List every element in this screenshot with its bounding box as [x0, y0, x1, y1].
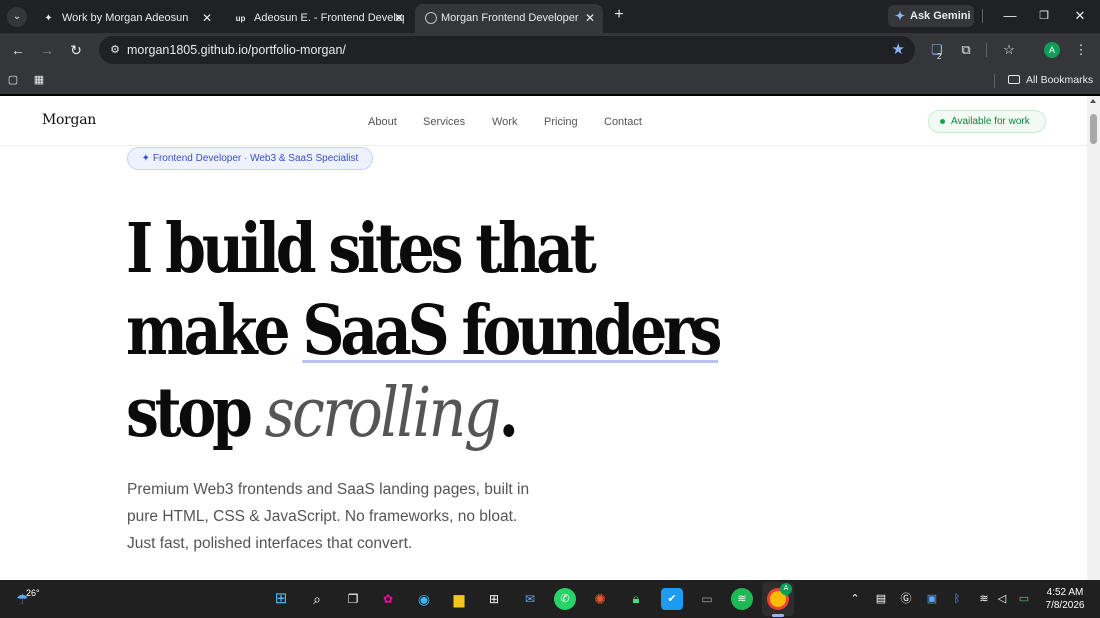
nav-link-services[interactable]: Services [423, 116, 465, 128]
tab-title: Morgan Frontend Developer [441, 12, 579, 24]
hero-line-3-prefix: stop [126, 373, 265, 453]
clock-time: 4:52 AM [1046, 587, 1084, 598]
browser-toolbar: ← → ↻ ⚙ morgan1805.github.io/portfolio-m… [0, 33, 1100, 67]
ask-gemini-label: Ask Gemini [910, 10, 971, 22]
hero-heading: I build sites that make SaaS founders st… [126, 208, 722, 455]
hero-period: . [498, 373, 519, 453]
all-bookmarks-label: All Bookmarks [1026, 74, 1094, 86]
hero-description: Premium Web3 frontends and SaaS landing … [127, 481, 530, 552]
site-logo[interactable]: Morgan [42, 112, 96, 128]
gemini-sparkle-icon: ✦ [895, 9, 906, 23]
role-badge: ✦ Frontend Developer · Web3 & SaaS Speci… [127, 147, 373, 170]
ask-gemini-button[interactable]: ✦ Ask Gemini [888, 5, 974, 27]
active-app-indicator [772, 614, 784, 617]
close-window-icon[interactable]: ✕ [1070, 6, 1090, 26]
page-viewport: Morgan About Services Work Pricing Conta… [0, 96, 1087, 580]
tab-title: Adeosun E. - Frontend Develop [254, 12, 404, 24]
claude-icon[interactable]: ✺ [589, 588, 611, 610]
site-header: Morgan About Services Work Pricing Conta… [0, 96, 1087, 146]
task-view-icon[interactable]: ❐ [342, 588, 364, 610]
twitter-icon[interactable]: ✔ [661, 588, 683, 610]
profile-avatar[interactable]: A [1044, 42, 1060, 58]
divider [986, 43, 987, 57]
outlook-icon[interactable]: ✉ [519, 588, 541, 610]
hero-highlight: SaaS founders [302, 291, 722, 371]
show-hidden-icons-chevron-icon[interactable]: ⌃ [847, 591, 863, 607]
battery-icon[interactable]: ▭ [1016, 591, 1032, 607]
upwork-favicon-icon: up [235, 14, 246, 23]
close-tab-icon[interactable]: ✕ [585, 4, 595, 33]
lock-app-icon[interactable]: 🔒︎ [625, 588, 647, 610]
new-tab-plus-icon[interactable]: + [610, 6, 628, 24]
tab-title: Work by Morgan Adeosun [62, 12, 189, 24]
github-favicon-icon: ✦ [44, 13, 53, 24]
folder-icon [1008, 75, 1020, 84]
more-menu-icon[interactable]: ⋮ [1072, 41, 1090, 59]
weather-widget[interactable]: ☂ 26° [16, 586, 46, 612]
reading-list-icon[interactable]: ☆ [1000, 41, 1018, 59]
restore-icon[interactable]: ❐ [1034, 6, 1054, 26]
reload-icon[interactable]: ↻ [66, 40, 86, 60]
bookmarks-bar: ▢ ▦ All Bookmarks [0, 67, 1100, 94]
system-clock[interactable]: 4:52 AM 7/8/2026 [1040, 586, 1090, 612]
nav-link-work[interactable]: Work [492, 116, 517, 128]
apps-grid-icon[interactable]: ▦ [32, 73, 46, 87]
clock-date: 7/8/2026 [1045, 600, 1085, 611]
hero-line-2-prefix: make [126, 291, 303, 371]
divider [994, 74, 995, 88]
close-tab-icon[interactable]: ✕ [202, 4, 212, 33]
divider [982, 9, 983, 23]
availability-pill[interactable]: Available for work [928, 110, 1046, 133]
extension-badge-count: 2 [937, 52, 942, 61]
wifi-icon[interactable]: ≋ [976, 591, 992, 607]
site-info-icon[interactable]: ⚙ [107, 42, 123, 58]
tray-monitor-icon[interactable]: ▣ [924, 591, 940, 607]
page-scrollbar[interactable] [1087, 96, 1100, 580]
tray-app-icon[interactable]: ▤ [873, 591, 889, 607]
remote-desktop-icon[interactable]: ▭ [696, 588, 718, 610]
volume-icon[interactable]: ◁ [994, 591, 1010, 607]
scrollbar-thumb[interactable] [1090, 114, 1097, 144]
file-explorer-icon[interactable]: ▆ [448, 588, 470, 610]
temperature-text: 26° [26, 588, 40, 598]
tab-work-by-morgan[interactable]: ✦ Work by Morgan Adeosun ✕ [32, 4, 220, 33]
bluetooth-icon[interactable]: ᛒ [949, 591, 965, 607]
tab-upwork-profile[interactable]: up Adeosun E. - Frontend Develop ✕ [224, 4, 412, 33]
tab-morgan-frontend[interactable]: Morgan Frontend Developer ✕ [415, 4, 603, 33]
nav-link-about[interactable]: About [368, 116, 397, 128]
extensions-puzzle-icon[interactable]: ⧉ [957, 41, 975, 59]
windows-start-icon[interactable]: ⊞ [270, 588, 292, 610]
back-arrow-icon[interactable]: ← [8, 40, 28, 60]
tab-search-chevron-icon[interactable]: ⌄ [7, 7, 27, 27]
bookmark-star-icon[interactable]: ★ [892, 41, 905, 59]
copilot-icon[interactable]: ✿ [377, 588, 399, 610]
scroll-up-arrow-icon[interactable] [1090, 99, 1096, 103]
url-text[interactable]: morgan1805.github.io/portfolio-morgan/ [127, 36, 346, 64]
edge-browser-icon[interactable]: ◉ [413, 588, 435, 610]
whatsapp-icon[interactable]: ✆ [554, 588, 576, 610]
tab-strip: ⌄ ✦ Work by Morgan Adeosun ✕ up Adeosun … [0, 0, 1100, 33]
forward-arrow-icon[interactable]: → [37, 40, 57, 60]
globe-favicon-icon [425, 12, 437, 24]
windows-taskbar: ☂ 26° ⊞ ⌕ ❐ ✿ ◉ ▆ ⊞ ✉ ✆ ✺ 🔒︎ ✔ ▭ ≋ A ⌃ ▤… [0, 580, 1100, 618]
minimize-icon[interactable]: — [1000, 6, 1020, 26]
microsoft-store-icon[interactable]: ⊞ [483, 588, 505, 610]
availability-label: Available for work [951, 116, 1030, 127]
nav-link-pricing[interactable]: Pricing [544, 116, 578, 128]
status-dot-icon [940, 119, 945, 124]
close-tab-icon[interactable]: ✕ [394, 4, 404, 33]
spotify-icon[interactable]: ≋ [731, 588, 753, 610]
chrome-profile-badge: A [780, 583, 792, 595]
search-icon[interactable]: ⌕ [306, 588, 328, 610]
tab-groups-icon[interactable]: ▢ [6, 73, 20, 87]
address-bar[interactable]: ⚙ morgan1805.github.io/portfolio-morgan/… [99, 36, 915, 64]
tray-grammarly-icon[interactable]: Ⓖ [898, 591, 914, 607]
hero-line-1: I build sites that [126, 209, 597, 289]
hero-italic-word: scrolling [264, 374, 502, 453]
nav-link-contact[interactable]: Contact [604, 116, 642, 128]
all-bookmarks-button[interactable]: All Bookmarks [1008, 67, 1093, 94]
